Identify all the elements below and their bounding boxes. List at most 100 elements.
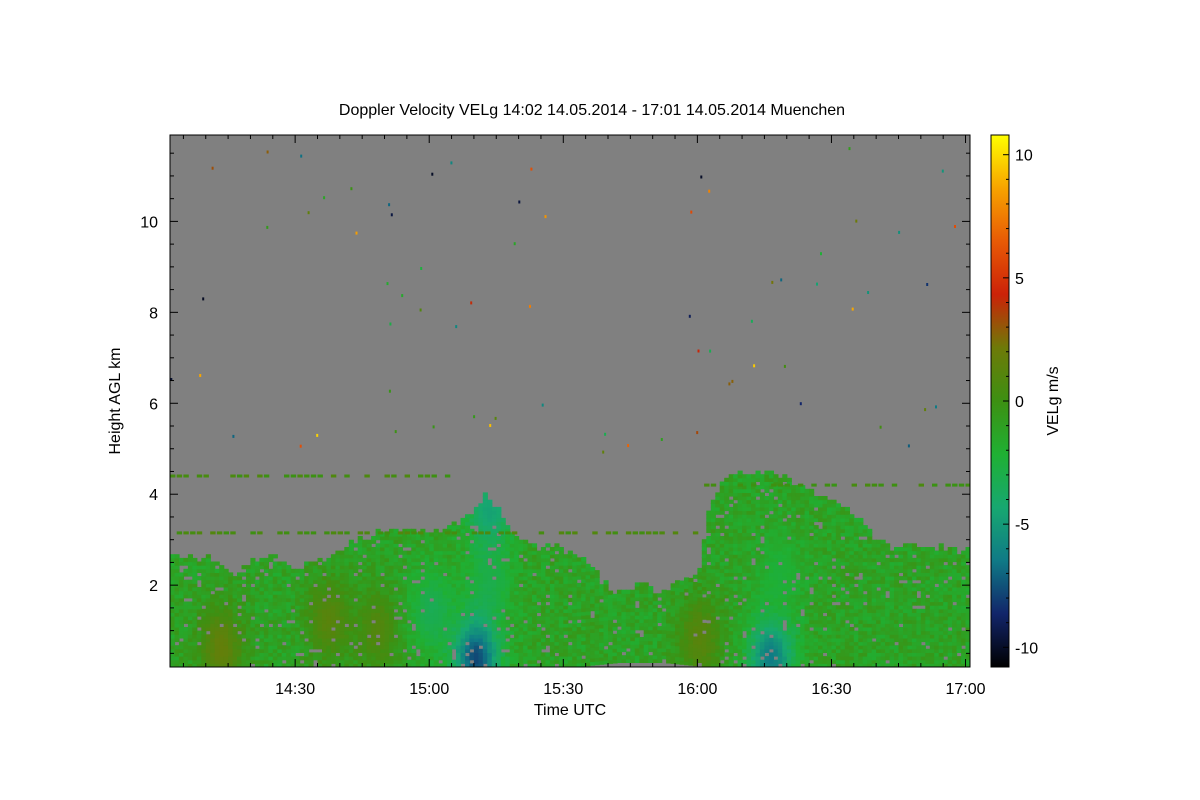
velocity-cell (424, 587, 430, 592)
velocity-cell (719, 561, 725, 566)
velocity-cell (813, 510, 819, 515)
velocity-cell (456, 641, 462, 646)
velocity-cell (773, 659, 779, 664)
velocity-cell (777, 525, 783, 530)
velocity-cell (581, 640, 587, 645)
velocity-cell (804, 641, 810, 646)
velocity-cell (585, 603, 591, 608)
velocity-cell (478, 616, 484, 621)
velocity-cell (818, 656, 824, 661)
velocity-cell (246, 605, 252, 610)
velocity-cell (259, 627, 265, 632)
velocity-cell (590, 567, 596, 572)
velocity-cell (545, 605, 551, 610)
velocity-cell (295, 616, 301, 621)
velocity-cell (210, 572, 216, 577)
velocity-cell (286, 597, 292, 603)
velocity-cell (746, 637, 752, 643)
velocity-cell (554, 583, 560, 588)
velocity-cell (835, 536, 841, 541)
velocity-cell (183, 619, 189, 624)
velocity-cell (438, 608, 444, 613)
velocity-cell (438, 576, 444, 581)
velocity-cell (795, 565, 801, 570)
velocity-cell (827, 543, 833, 548)
velocity-cell (460, 517, 466, 523)
velocity-cell (759, 565, 765, 570)
velocity-cell (362, 623, 368, 628)
velocity-cell (496, 510, 502, 515)
velocity-cell (777, 517, 783, 523)
velocity-cell (518, 579, 524, 584)
velocity-cell (813, 594, 819, 599)
velocity-cell (844, 536, 850, 541)
velocity-cell (402, 594, 408, 599)
velocity-cell (277, 576, 283, 581)
velocity-cell (268, 597, 274, 603)
velocity-cell (442, 630, 448, 635)
velocity-cell (737, 510, 743, 515)
velocity-cell (612, 644, 618, 649)
velocity-cell (679, 627, 685, 633)
velocity-cell (353, 630, 359, 635)
velocity-cell (692, 640, 698, 645)
velocity-cell (473, 543, 479, 548)
velocity-cell (782, 506, 788, 512)
velocity-cell (818, 536, 824, 541)
velocity-cell (272, 605, 278, 610)
velocity-cell (451, 554, 457, 559)
velocity-cell (786, 612, 792, 617)
velocity-cell (187, 648, 193, 653)
velocity-cell (196, 659, 202, 664)
velocity-cell (380, 547, 386, 552)
velocity-cell (818, 499, 824, 504)
velocity-cell (335, 630, 341, 635)
velocity-cell (625, 637, 631, 642)
velocity-cell (299, 656, 305, 661)
velocity-cell (594, 617, 600, 622)
velocity-cell (375, 561, 381, 566)
velocity-cell (317, 572, 323, 577)
velocity-cell (460, 619, 466, 624)
velocity-cell (496, 568, 502, 573)
velocity-cell (277, 652, 283, 657)
velocity-cell (768, 579, 774, 584)
velocity-cell (478, 510, 484, 515)
velocity-cell (384, 616, 390, 621)
velocity-cell (782, 612, 788, 617)
velocity-cell (724, 579, 730, 584)
velocity-cell (545, 550, 551, 555)
velocity-cell (800, 641, 806, 646)
velocity-cell (170, 608, 176, 613)
velocity-cell (719, 656, 725, 661)
velocity-cell (616, 622, 622, 627)
velocity-cell (509, 612, 515, 617)
velocity-cell (759, 590, 765, 595)
velocity-cell (746, 481, 752, 486)
velocity-cell (733, 572, 739, 577)
velocity-cell (795, 590, 801, 595)
velocity-cell (339, 587, 345, 592)
velocity-cell (357, 627, 363, 632)
velocity-cell (290, 623, 296, 628)
velocity-cell (728, 583, 734, 588)
velocity-cell (415, 627, 421, 632)
velocity-cell (831, 645, 837, 650)
velocity-cell (170, 612, 176, 617)
velocity-cell (688, 647, 694, 652)
velocity-cell (800, 645, 806, 650)
velocity-cell (469, 619, 475, 624)
velocity-cell (728, 576, 734, 581)
velocity-cell (782, 605, 788, 610)
velocity-cell (558, 648, 564, 653)
velocity-cell (719, 648, 725, 653)
velocity-cell (205, 619, 211, 624)
velocity-cell (603, 587, 609, 592)
velocity-cell (679, 606, 685, 611)
velocity-cell (335, 550, 341, 555)
velocity-cell (406, 627, 412, 632)
velocity-cell (411, 557, 417, 563)
velocity-cell (777, 565, 783, 570)
velocity-cell (272, 659, 278, 664)
velocity-cell (496, 630, 502, 635)
